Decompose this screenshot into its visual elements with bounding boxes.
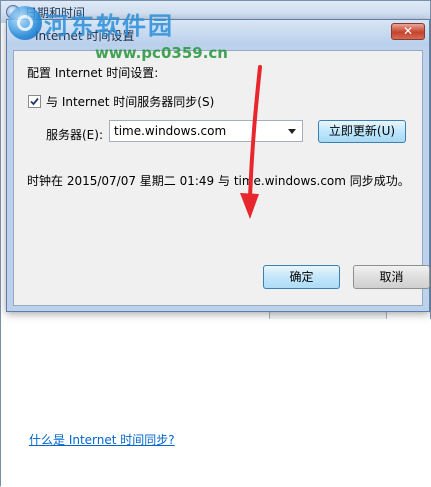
help-link[interactable]: 什么是 Internet 时间同步? — [29, 431, 175, 448]
server-value: time.windows.com — [114, 124, 227, 138]
watermark-logo-icon — [8, 6, 42, 40]
dropdown-arrow-icon[interactable] — [284, 123, 300, 139]
watermark-site-name: 河东软件园 — [44, 12, 174, 40]
sync-status-text: 时钟在 2015/07/07 星期二 01:49 与 time.windows.… — [27, 174, 410, 188]
checkmark-icon — [30, 97, 39, 106]
parent-content-area — [1, 319, 431, 487]
close-button[interactable]: ✕ — [391, 23, 425, 40]
server-select[interactable]: time.windows.com — [109, 120, 303, 142]
config-label: 配置 Internet 时间设置: — [27, 66, 159, 80]
close-icon: ✕ — [402, 24, 414, 38]
sync-checkbox-label: 与 Internet 时间服务器同步(S) — [46, 95, 215, 109]
dialog-body: 配置 Internet 时间设置: 与 Internet 时间服务器同步(S) … — [13, 50, 430, 306]
update-now-button[interactable]: 立即更新(U) — [318, 120, 406, 143]
sync-checkbox[interactable] — [28, 95, 41, 108]
annotation-arrow — [240, 65, 262, 219]
ok-button[interactable]: 确定 — [263, 265, 340, 289]
watermark-url: www.pc0359.cn — [95, 44, 228, 62]
cancel-button[interactable]: 取消 — [353, 265, 430, 289]
sync-option[interactable]: 与 Internet 时间服务器同步(S) — [28, 93, 214, 110]
internet-time-settings-dialog: Internet 时间设置 ✕ 配置 Internet 时间设置: 与 Inte… — [6, 19, 430, 312]
server-label: 服务器(E): — [46, 128, 103, 142]
